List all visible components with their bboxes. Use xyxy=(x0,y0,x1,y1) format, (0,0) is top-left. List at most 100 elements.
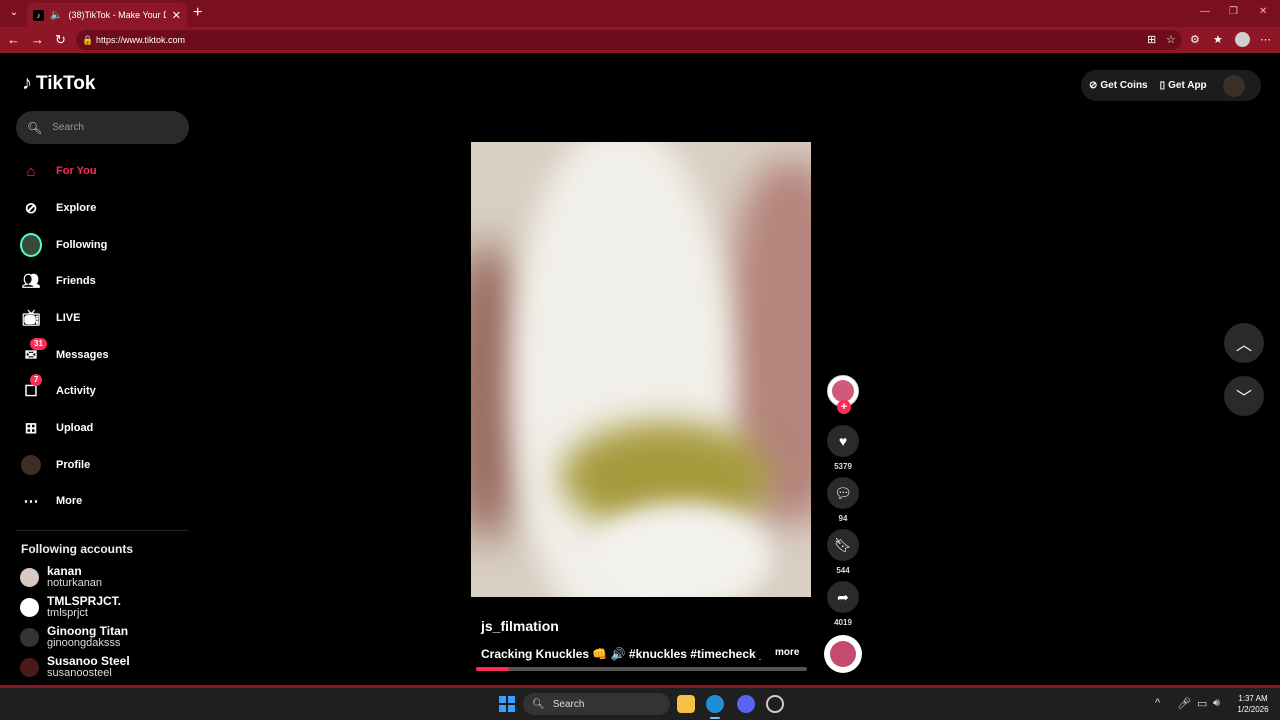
restore-icon[interactable]: ❐ xyxy=(1229,6,1238,17)
video-progress-fill xyxy=(476,667,510,671)
profile-avatar xyxy=(21,455,41,475)
compass-icon: ⊘ xyxy=(24,200,38,217)
search-input[interactable] xyxy=(52,122,173,133)
following-account[interactable]: Susanoo Steel susanoosteel xyxy=(20,655,130,679)
sidebar-item-messages[interactable]: ✉︎ 31 Messages xyxy=(20,338,109,368)
clock[interactable]: 1:37 AM 1/2/2026 xyxy=(1228,693,1278,715)
user-avatar[interactable] xyxy=(1222,74,1245,97)
friends-icon: 👥︎ xyxy=(21,273,41,290)
video-progress-bar[interactable] xyxy=(476,667,807,671)
more-button[interactable]: more xyxy=(775,647,799,658)
sidebar-item-explore[interactable]: ⊘ Explore xyxy=(20,195,97,221)
url-field[interactable]: 🔒 https://www.tiktok.com xyxy=(76,30,1182,50)
messages-icon: ✉︎ 31 xyxy=(20,338,47,366)
sidebar-item-more[interactable]: ⋯ More xyxy=(20,488,83,514)
close-tab-icon[interactable]: ✕ xyxy=(172,9,181,22)
sidebar-item-label: Following xyxy=(56,239,108,251)
coin-icon: ⊘ xyxy=(1089,80,1098,91)
following-avatar xyxy=(20,233,42,257)
following-account[interactable]: kanan noturkanan xyxy=(20,565,102,589)
new-tab-button[interactable]: + xyxy=(193,4,202,22)
tiktok-logo[interactable]: ♪ TikTok xyxy=(22,72,95,95)
upload-icon: ⊞ xyxy=(24,420,38,437)
following-avatar-wrap xyxy=(20,233,42,257)
sidebar-item-for-you[interactable]: ⌂ For You xyxy=(20,158,96,184)
active-app-indicator xyxy=(710,717,720,719)
like-button[interactable]: ♥ xyxy=(827,425,859,457)
profile-avatar-wrap xyxy=(20,454,42,476)
taskbar-search[interactable]: 🔍︎ Search xyxy=(523,693,670,715)
creator-avatar-image xyxy=(832,380,854,402)
sidebar-item-label: Explore xyxy=(56,202,97,214)
sidebar-item-friends[interactable]: 👥︎ Friends xyxy=(20,268,95,294)
get-coins-label: Get Coins xyxy=(1100,80,1148,91)
save-count: 544 xyxy=(836,566,850,575)
chevron-down-icon: ﹀ xyxy=(1235,390,1252,407)
follow-button[interactable]: + xyxy=(837,400,851,414)
tiktok-note-icon: ♪ xyxy=(22,72,32,94)
close-window-icon[interactable]: ✕ xyxy=(1259,6,1267,17)
address-bar-row: ← → ↻ 🔒 https://www.tiktok.com ⊞ ☆ ⚙ ★ ⋯ xyxy=(0,27,1280,53)
get-app-button[interactable]: ▯ Get App xyxy=(1160,80,1207,91)
edge-icon[interactable] xyxy=(706,695,724,713)
app-icon[interactable] xyxy=(766,695,784,713)
sidebar-item-activity[interactable]: ☐ 7 Activity xyxy=(20,374,96,404)
following-account[interactable]: TMLSPRJCT. tmlsprjct xyxy=(20,595,121,619)
browser-tab[interactable]: ♪ 🔈 (38)TikTok - Make Your Day ✕ xyxy=(27,3,187,27)
account-handle: tmlsprjct xyxy=(47,607,88,619)
sidebar-item-profile[interactable]: Profile xyxy=(20,452,90,478)
speaker-icon[interactable]: 🔈 xyxy=(50,10,62,21)
search-icon: 🔍︎ xyxy=(532,698,545,710)
file-explorer-icon[interactable] xyxy=(677,695,695,713)
clock-time: 1:37 AM xyxy=(1238,694,1268,703)
music-disc[interactable] xyxy=(824,635,862,673)
chevron-up-icon[interactable]: ^ xyxy=(1155,697,1160,709)
refresh-icon[interactable]: ↻ xyxy=(55,32,66,48)
avatar xyxy=(20,568,39,587)
app-available-icon[interactable]: ⊞ xyxy=(1147,33,1156,46)
bookmark-icon: 🔖︎ xyxy=(834,536,852,553)
minimize-icon[interactable]: — xyxy=(1200,6,1210,17)
activity-badge: 7 xyxy=(30,374,43,386)
forward-icon[interactable]: → xyxy=(31,32,44,47)
following-accounts-title: Following accounts xyxy=(21,542,134,556)
sidebar-item-following[interactable]: Following xyxy=(20,232,107,258)
volume-icon[interactable]: 🔊︎ xyxy=(1213,697,1220,710)
sidebar-item-label: LIVE xyxy=(56,312,81,324)
sidebar-item-upload[interactable]: ⊞ Upload xyxy=(20,415,94,441)
microphone-icon[interactable]: 🎤︎ xyxy=(1177,697,1191,710)
account-name: TMLSPRJCT. xyxy=(47,594,122,608)
like-count: 5379 xyxy=(834,462,852,471)
video-frame-shape xyxy=(591,502,771,597)
account-handle: ginoongdaksss xyxy=(47,637,121,649)
following-account[interactable]: Ginoong Titan ginoongdaksss xyxy=(20,625,128,649)
network-icon[interactable]: ▭ xyxy=(1197,697,1207,710)
video-caption: Cracking Knuckles 👊 🔊 #knuckles #timeche… xyxy=(481,647,761,661)
sidebar-item-label: Upload xyxy=(56,422,94,434)
start-windows-icon[interactable] xyxy=(499,696,515,712)
discord-icon[interactable] xyxy=(737,695,755,713)
browser-menu-icon[interactable]: ⋯ xyxy=(1260,33,1271,46)
extensions-icon[interactable]: ⚙ xyxy=(1190,33,1200,46)
favorites-icon[interactable]: ★ xyxy=(1213,33,1223,46)
chevron-up-icon: ︿ xyxy=(1235,337,1252,354)
get-coins-button[interactable]: ⊘ Get Coins xyxy=(1089,80,1148,91)
favorite-star-icon[interactable]: ☆ xyxy=(1166,33,1176,46)
browser-profile-avatar[interactable] xyxy=(1235,32,1250,47)
back-icon[interactable]: ← xyxy=(7,32,20,47)
save-button[interactable]: 🔖︎ xyxy=(827,529,859,561)
activity-icon: ☐ 7 xyxy=(20,374,43,402)
video-player[interactable] xyxy=(471,142,811,597)
video-author[interactable]: js_filmation xyxy=(481,618,559,634)
search-box[interactable]: 🔍︎ xyxy=(16,111,189,144)
sidebar-divider xyxy=(16,530,189,531)
more-icon: ⋯ xyxy=(23,493,39,510)
lock-icon: 🔒 xyxy=(82,35,94,45)
comment-button[interactable]: 💬︎ xyxy=(827,477,859,509)
next-video-button[interactable]: ﹀ xyxy=(1224,376,1264,416)
tab-menu-icon[interactable]: ⌄ xyxy=(6,5,22,21)
previous-video-button[interactable]: ︿ xyxy=(1224,323,1264,363)
sidebar-item-live[interactable]: 📺︎ LIVE xyxy=(20,305,80,331)
sidebar-item-label: Profile xyxy=(56,459,91,471)
share-button[interactable]: ➦ xyxy=(827,581,859,613)
